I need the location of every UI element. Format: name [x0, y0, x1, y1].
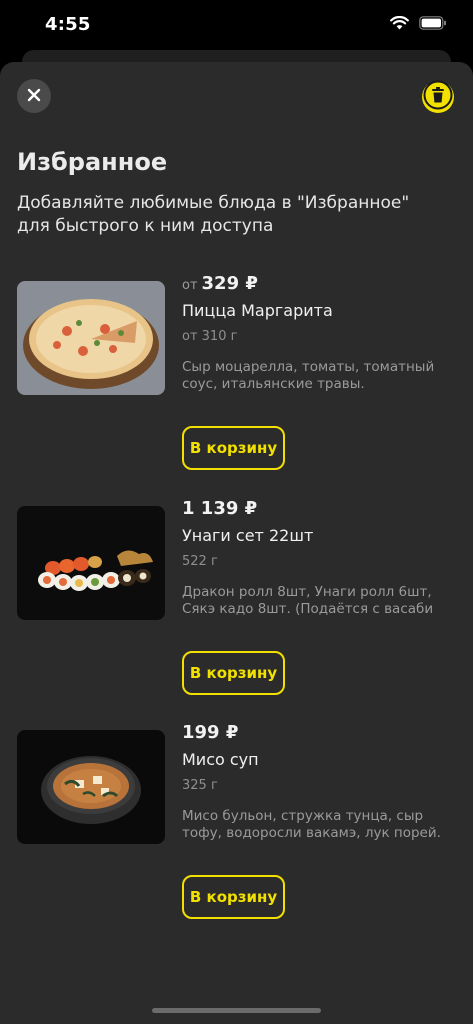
page-title: Избранное: [17, 148, 168, 176]
item-description: Мисо бульон, стружка тунца, сыр тофу, во…: [182, 808, 441, 841]
add-to-cart-button[interactable]: В корзину: [182, 875, 285, 919]
status-icons: [390, 16, 447, 30]
item-image-sushi-set[interactable]: [17, 506, 165, 620]
item-price: 199 ₽: [182, 722, 238, 743]
item-weight: от 310 г: [182, 329, 238, 344]
add-to-cart-button[interactable]: В корзину: [182, 426, 285, 470]
price-value: 329 ₽: [201, 273, 258, 294]
favorites-sheet: Избранное Добавляйте любимые блюда в "Из…: [0, 62, 473, 1024]
item-name[interactable]: Мисо суп: [182, 750, 259, 769]
add-to-cart-button[interactable]: В корзину: [182, 651, 285, 695]
item-price: от 329 ₽: [182, 273, 258, 294]
item-description: Дракон ролл 8шт, Унаги ролл 6шт, Сякэ ка…: [182, 584, 434, 617]
favorite-item: от 329 ₽ Пицца Маргарита от 310 г Сыр моц…: [0, 273, 473, 501]
home-indicator[interactable]: [152, 1008, 321, 1013]
close-icon: [27, 87, 41, 106]
trash-icon: [422, 79, 454, 115]
price-value: 199 ₽: [182, 722, 239, 743]
item-image-pizza[interactable]: [17, 281, 165, 395]
price-value: 1 139 ₽: [182, 498, 258, 519]
price-prefix: от: [182, 278, 198, 293]
status-bar: 4:55: [0, 0, 473, 52]
clear-favorites-button[interactable]: [422, 79, 454, 115]
favorite-item: 1 139 ₽ Унаги сет 22шт 522 г Дракон ролл…: [0, 498, 473, 726]
page-subtitle: Добавляйте любимые блюда в "Избранное" д…: [17, 193, 410, 236]
item-weight: 325 г: [182, 778, 218, 793]
item-name[interactable]: Пицца Маргарита: [182, 301, 333, 320]
item-image-miso-soup[interactable]: [17, 730, 165, 844]
item-name[interactable]: Унаги сет 22шт: [182, 526, 313, 545]
favorite-item: 199 ₽ Мисо суп 325 г Мисо бульон, стружк…: [0, 722, 473, 950]
item-weight: 522 г: [182, 554, 218, 569]
item-description: Сыр моцарелла, томаты, томатный соус, ит…: [182, 359, 435, 392]
item-price: 1 139 ₽: [182, 498, 257, 519]
status-time: 4:55: [45, 14, 91, 35]
close-button[interactable]: [17, 79, 51, 113]
battery-icon: [419, 16, 447, 30]
wifi-icon: [390, 16, 409, 30]
